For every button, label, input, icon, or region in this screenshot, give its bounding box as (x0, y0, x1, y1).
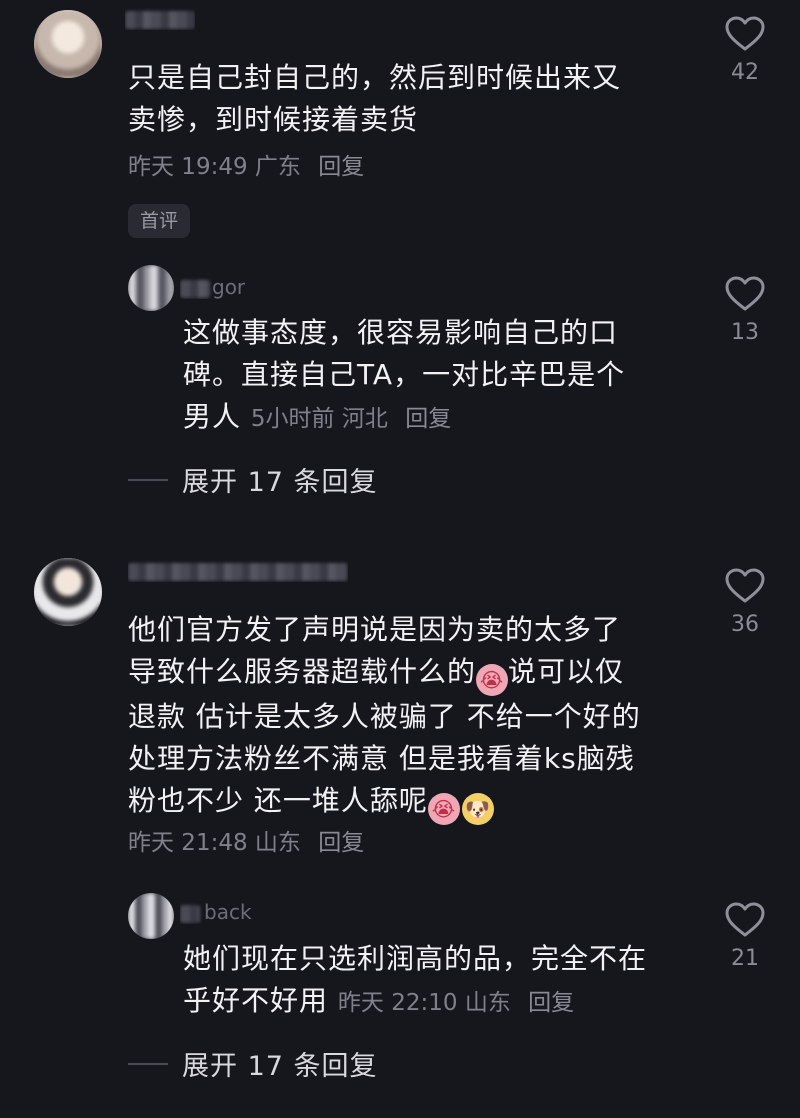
comment-text: 她们现在只选利润高的品，完全不在 乎好不好用 昨天 22:10 山东 回复 (183, 942, 648, 1017)
username-masked[interactable] (128, 558, 348, 582)
heart-outline-icon (725, 276, 765, 311)
reply-button[interactable]: 回复 (528, 990, 574, 1016)
divider (128, 478, 168, 481)
like-count: 13 (731, 320, 759, 345)
like-button[interactable]: 21 (715, 902, 775, 971)
first-comment-badge: 首评 (128, 204, 191, 238)
like-button[interactable]: 36 (715, 568, 775, 637)
heart-outline-icon (725, 16, 765, 51)
username-masked[interactable]: gor (180, 275, 245, 299)
avatar[interactable] (128, 893, 174, 939)
like-button[interactable]: 13 (715, 276, 775, 345)
like-count: 21 (731, 946, 759, 971)
dog-face-emoji-icon: 🐶 (461, 793, 494, 825)
comment-text: 只是自己封自己的，然后到时候出来又 卖惨，到时候接着卖货 (128, 61, 622, 136)
comment-text: 这做事态度，很容易影响自己的口 碑。直接自己TA，一对比辛巴是个 男人 5小时前… (183, 316, 626, 433)
avatar[interactable] (128, 265, 174, 311)
crying-face-emoji-icon: 😭 (427, 793, 460, 825)
heart-outline-icon (725, 902, 765, 937)
comment-text: 他们官方发了声明说是因为卖的太多了 导致什么服务器超载什么的 😭 说可以仅 退款 估… (128, 609, 708, 825)
username-masked[interactable] (125, 6, 195, 30)
username-masked[interactable]: back (180, 900, 252, 924)
comment-meta: 昨天 19:49 广东 回复 (128, 154, 365, 180)
reply-button[interactable]: 回复 (318, 830, 364, 856)
comment-meta: 5小时前 河北 回复 (250, 406, 452, 432)
avatar[interactable] (34, 558, 102, 626)
avatar[interactable] (34, 10, 102, 78)
like-button[interactable]: 42 (715, 16, 775, 85)
reply-button[interactable]: 回复 (318, 154, 364, 180)
heart-outline-icon (725, 568, 765, 603)
like-count: 42 (731, 60, 759, 85)
divider (128, 1062, 168, 1065)
expand-replies-button[interactable]: 展开 17 条回复 (128, 460, 378, 499)
like-count: 36 (731, 612, 759, 637)
crying-face-emoji-icon: 😭 (476, 664, 509, 696)
comment-meta: 昨天 21:48 山东 回复 (128, 830, 365, 856)
comment-meta: 昨天 22:10 山东 回复 (337, 990, 575, 1016)
reply-button[interactable]: 回复 (405, 406, 451, 432)
expand-replies-button[interactable]: 展开 17 条回复 (128, 1044, 378, 1083)
